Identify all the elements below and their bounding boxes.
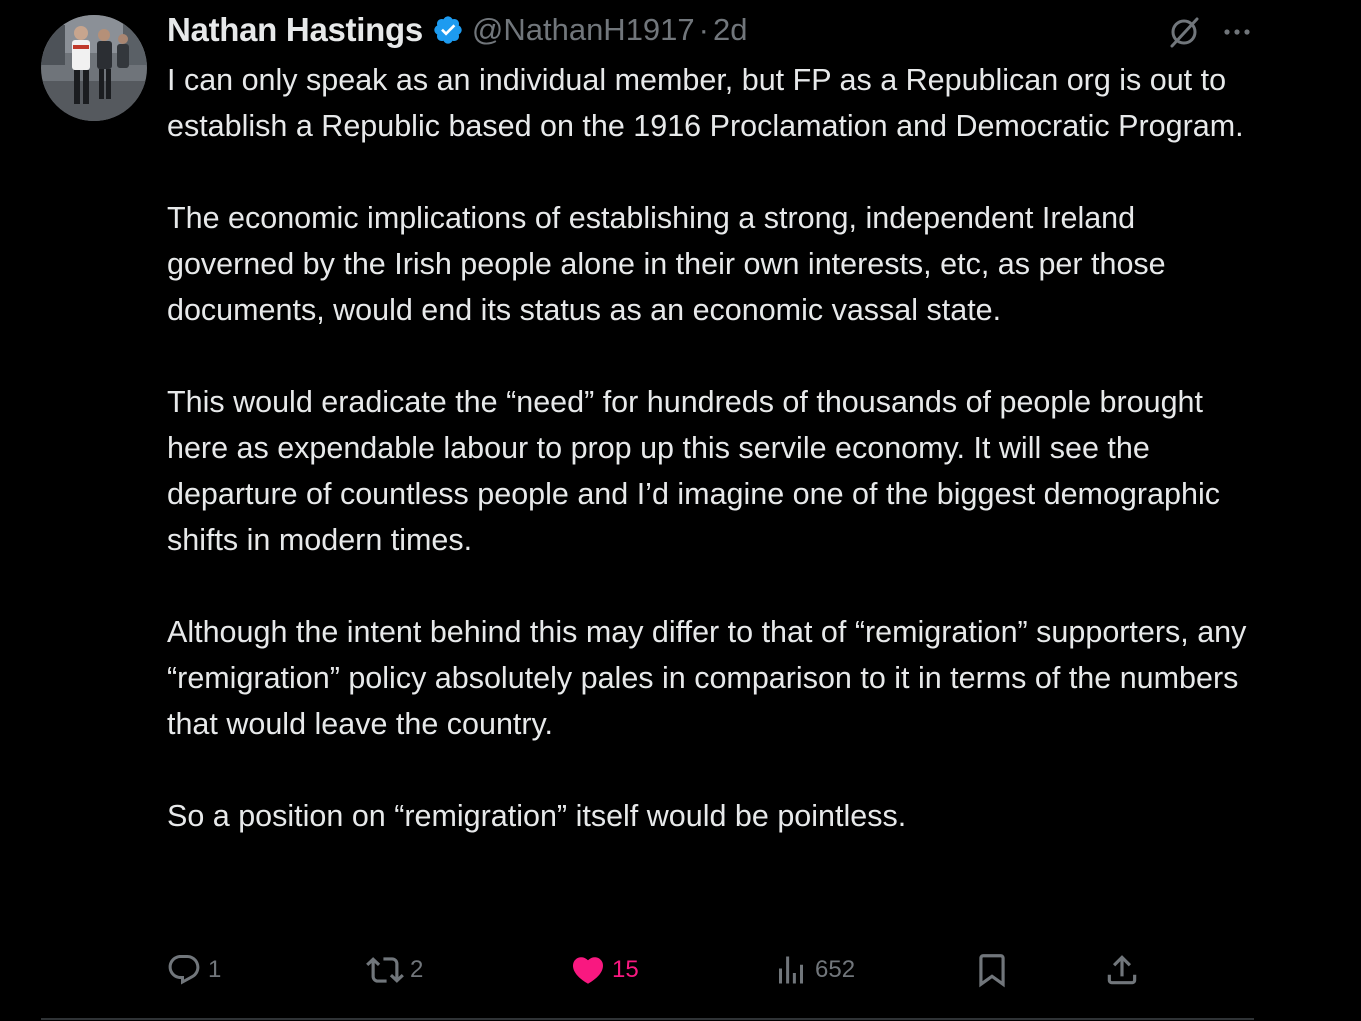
- share-icon: [1103, 951, 1141, 989]
- views-icon: [773, 952, 809, 988]
- post-top-actions: [1164, 12, 1257, 52]
- verified-badge-icon[interactable]: [432, 14, 464, 46]
- repost-icon: [366, 951, 404, 989]
- post-paragraph: So a position on “remigration” itself wo…: [167, 799, 907, 833]
- post-paragraph: This would eradicate the “need” for hund…: [167, 385, 1220, 557]
- post-timestamp[interactable]: 2d: [713, 12, 747, 48]
- share-button[interactable]: [1103, 946, 1141, 994]
- views-button[interactable]: 652: [773, 946, 855, 994]
- reply-button[interactable]: 1: [166, 946, 221, 994]
- repost-button[interactable]: 2: [366, 946, 423, 994]
- post-action-bar: 1 2 15 652: [0, 946, 1361, 994]
- bookmark-button[interactable]: [973, 946, 1011, 994]
- reply-icon: [166, 952, 202, 988]
- bookmark-icon: [973, 951, 1011, 989]
- post-paragraph: The economic implications of establishin…: [167, 201, 1166, 327]
- views-count: 652: [815, 956, 856, 983]
- like-count: 15: [612, 956, 639, 983]
- post-text: I can only speak as an individual member…: [167, 57, 1267, 839]
- heart-icon: [570, 952, 606, 988]
- like-button[interactable]: 15: [570, 946, 639, 994]
- grok-icon[interactable]: [1164, 12, 1204, 52]
- repost-count: 2: [410, 956, 424, 983]
- author-handle[interactable]: @NathanH1917: [472, 12, 695, 48]
- reply-count: 1: [208, 956, 222, 983]
- divider: [41, 1018, 1254, 1020]
- post-paragraph: I can only speak as an individual member…: [167, 63, 1244, 143]
- more-icon[interactable]: [1204, 12, 1257, 52]
- tweet: Nathan Hastings @NathanH1917 · 2d I can …: [0, 0, 1361, 1021]
- post-paragraph: Although the intent behind this may diff…: [167, 615, 1247, 741]
- separator-dot: ·: [698, 12, 709, 47]
- avatar[interactable]: [41, 15, 147, 121]
- display-name[interactable]: Nathan Hastings: [167, 11, 423, 49]
- post-header: Nathan Hastings @NathanH1917 · 2d: [167, 8, 747, 52]
